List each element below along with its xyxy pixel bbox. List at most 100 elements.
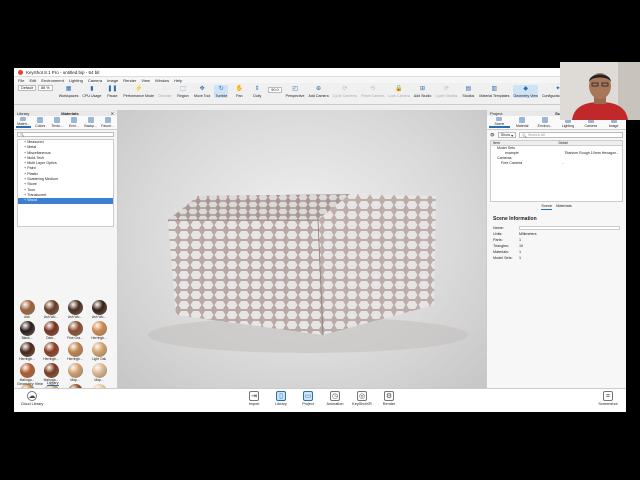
- title-bar: KeyShot 8.1 Pro - untitled.bip - 64 bit: [14, 68, 626, 77]
- subtab-scene[interactable]: Scene: [541, 204, 553, 210]
- library-tab[interactable]: Materi...: [16, 117, 31, 128]
- tab-label: Materi...: [17, 122, 30, 126]
- cloud-library-button[interactable]: ☁ Cloud Library: [20, 391, 44, 406]
- menu-item-edit[interactable]: Edit: [29, 78, 36, 83]
- material-swatch[interactable]: Ash Wo...: [65, 300, 85, 319]
- menu-item-window[interactable]: Window: [155, 78, 169, 83]
- material-swatch[interactable]: Herringb...: [89, 321, 109, 340]
- tab-label: Lighting: [561, 124, 575, 128]
- menu-item-lighting[interactable]: Lighting: [69, 78, 83, 83]
- library-tab[interactable]: Backp...: [83, 117, 98, 128]
- cpu-icon: ▮: [90, 85, 94, 92]
- material-templates-button[interactable]: ▥ Material Templates: [479, 85, 509, 99]
- menu-item-render[interactable]: Render: [123, 78, 136, 83]
- show-dropdown[interactable]: Show ▾: [497, 132, 517, 138]
- scene-name-field[interactable]: [519, 226, 620, 230]
- material-ball: [91, 363, 107, 378]
- material-swatch[interactable]: Herringb...: [65, 342, 85, 361]
- left-bottom-tab[interactable]: Geometry View: [17, 382, 43, 386]
- tree-item-wood[interactable]: + Wood: [18, 198, 113, 204]
- workspace-dropdown[interactable]: Default: [18, 85, 37, 91]
- menu-item-camera[interactable]: Camera: [88, 78, 102, 83]
- material-swatch[interactable]: Ash: [17, 300, 37, 319]
- toolbar-label: Cycle Cameras: [332, 94, 358, 98]
- menu-item-help[interactable]: Help: [174, 78, 182, 83]
- library-tab[interactable]: Favori...: [100, 117, 115, 128]
- library-search-input[interactable]: 🔍: [17, 132, 114, 137]
- project-tab-material[interactable]: Material: [512, 117, 533, 128]
- library-tabs: Materi... Colors Textu... Envi... Backp... Fa…: [14, 116, 117, 130]
- material-swatch[interactable]: Black...: [17, 321, 37, 340]
- pause-button[interactable]: ❚❚ Pause: [105, 85, 119, 99]
- menu-item-file[interactable]: File: [18, 78, 24, 83]
- left-bottom-tab[interactable]: Library: [46, 381, 59, 386]
- region-button[interactable]: ⬚ Region: [176, 85, 190, 99]
- swatch-label: Herringb...: [19, 357, 35, 361]
- material-swatch[interactable]: Dark...: [41, 321, 61, 340]
- import-button[interactable]: ⇥ Import: [242, 391, 266, 406]
- material-ball: [67, 321, 83, 336]
- perspective-button[interactable]: ◰ Perspective: [286, 85, 305, 99]
- toolbar-label: Tumble: [215, 94, 228, 98]
- toolbar-label: Add Studio: [413, 94, 432, 98]
- fov-field[interactable]: 90.0: [268, 87, 282, 93]
- tab-label: Image: [608, 124, 619, 128]
- geometry-view-button[interactable]: ◆ Geometry View: [513, 85, 538, 98]
- move-tool-icon: ✥: [199, 85, 205, 92]
- cycle-studios-icon: ⟳: [443, 85, 449, 92]
- lock-camera-button[interactable]: 🔒 Lock Camera: [388, 85, 409, 99]
- animation-button[interactable]: ◷ Animation: [323, 391, 347, 406]
- library-tab[interactable]: Textu...: [50, 117, 65, 128]
- scene-search-input[interactable]: 🔍 Search All: [519, 132, 623, 138]
- menu-item-view[interactable]: View: [141, 78, 150, 83]
- animation-icon: ◷: [330, 391, 340, 401]
- performance-mode-button[interactable]: ⚡ Performance Mode: [123, 85, 154, 99]
- lock-camera-icon: 🔒: [395, 85, 403, 92]
- denoise-button[interactable]: ◌ Denoise: [158, 85, 172, 99]
- render-viewport[interactable]: [118, 110, 486, 388]
- render-button[interactable]: ⚙ Render: [377, 391, 401, 406]
- material-swatch[interactable]: Herringb...: [17, 342, 37, 361]
- project-tab-environ[interactable]: Environ...: [535, 117, 556, 128]
- studios-button[interactable]: ▤ Studios: [461, 85, 475, 99]
- material-swatch[interactable]: Fine Gra...: [65, 321, 85, 340]
- dolly-button[interactable]: ⇕ Dolly: [250, 85, 264, 99]
- material-swatch[interactable]: Ash Wo...: [41, 300, 61, 319]
- material-swatch[interactable]: Light Oak: [89, 342, 109, 361]
- menu-item-environment[interactable]: Environment: [41, 78, 63, 83]
- scene-information: Scene Information Name: Units: Millimeter…: [493, 216, 620, 261]
- keyshotxr-button[interactable]: ◎ KeyShotXR: [350, 391, 374, 406]
- reset-camera-button[interactable]: ⟲ Reset Camera: [361, 85, 385, 99]
- add-studio-button[interactable]: ⊞ Add Studio: [413, 85, 432, 99]
- project-button[interactable]: ▭ Project: [296, 391, 320, 406]
- table-row[interactable]: Free Camera -: [491, 161, 622, 166]
- cycle-cameras-button[interactable]: ⟳ Cycle Cameras: [332, 85, 358, 99]
- material-ball: [43, 363, 59, 378]
- library-tab[interactable]: Colors: [33, 117, 48, 128]
- material-swatch[interactable]: Map...: [89, 363, 109, 382]
- add-camera-button[interactable]: ⊕ Add Camera: [308, 85, 328, 99]
- library-tab[interactable]: Envi...: [66, 117, 81, 128]
- cpu-usage-button[interactable]: ▮ CPU Usage: [82, 85, 101, 99]
- subtab-materials[interactable]: Materials: [556, 204, 571, 210]
- library-button[interactable]: ▯ Library: [269, 391, 293, 406]
- performance-icon: ⚡: [134, 85, 143, 92]
- screenshot-button[interactable]: ⌗ Screenshot: [596, 391, 620, 406]
- menu-item-image[interactable]: Image: [107, 78, 118, 83]
- tumble-button[interactable]: ↻ Tumble: [214, 85, 229, 98]
- move-tool-button[interactable]: ✥ Move Tool: [194, 85, 210, 99]
- material-ball: [43, 342, 59, 357]
- cycle-studios-button[interactable]: ⟳ Cycle Studios: [435, 85, 457, 99]
- toolbar-label: Reset Camera: [361, 94, 385, 98]
- material-swatch[interactable]: Ash Wo...: [89, 300, 109, 319]
- workspaces-button[interactable]: ▦ Workspaces: [59, 85, 79, 99]
- region-icon: ⬚: [180, 85, 186, 92]
- material-swatch[interactable]: Herringb...: [41, 342, 61, 361]
- dropdown-row: Default 88 %: [18, 85, 53, 91]
- cpu-dropdown[interactable]: 88 %: [38, 85, 53, 91]
- eye-icon[interactable]: 👁: [490, 133, 495, 137]
- material-swatch[interactable]: Map...: [65, 363, 85, 382]
- project-tab-scene[interactable]: Scene: [489, 117, 510, 128]
- pan-button[interactable]: ✋ Pan: [232, 85, 246, 99]
- close-icon[interactable]: ✕: [111, 111, 114, 116]
